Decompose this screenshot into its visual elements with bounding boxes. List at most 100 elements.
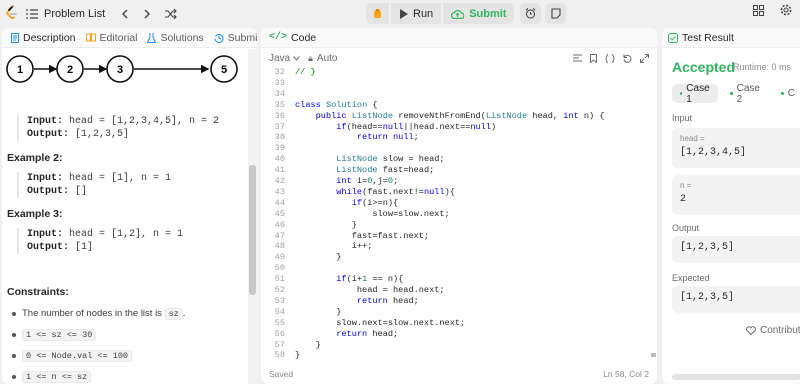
code-line[interactable]: 48 i++;	[261, 241, 649, 252]
format-align-icon[interactable]	[573, 54, 582, 62]
cloud-upload-icon	[451, 9, 465, 19]
code-line[interactable]: 34	[261, 89, 649, 100]
line-code: if(i>=n){	[351, 197, 399, 208]
line-number: 43	[274, 186, 285, 197]
case-tab[interactable]: Case 2	[722, 83, 768, 105]
tab-description-label: Description	[23, 31, 76, 44]
line-number: 41	[274, 165, 285, 176]
code-line[interactable]: 58}	[261, 350, 649, 361]
constraint-item: 1 <= sz <= 30	[10, 324, 185, 345]
code-line[interactable]: 36 public ListNode removeNthFromEnd(List…	[261, 111, 649, 122]
code-line[interactable]: 37 if(head==null||head.next==null)	[261, 122, 649, 133]
test-result-panel: Test Result Accepted Runtime: 0 ms Case …	[662, 28, 800, 384]
description-scrollbar[interactable]	[248, 49, 257, 384]
code-line[interactable]: 53 return head;	[261, 296, 649, 307]
code-line[interactable]: 40 ListNode slow = head;	[261, 154, 649, 165]
code-line[interactable]: 41 ListNode fast=head;	[261, 165, 649, 176]
timer-button[interactable]	[520, 3, 542, 24]
example-output: [1]	[75, 242, 94, 253]
play-icon	[400, 8, 408, 19]
notes-button[interactable]	[545, 3, 567, 24]
problem-list-button[interactable]: Problem List	[26, 8, 105, 20]
pass-dot-icon	[780, 92, 784, 95]
language-select[interactable]: Java	[269, 53, 301, 64]
braces-icon[interactable]	[605, 53, 615, 63]
code-line[interactable]: 45 slow=slow.next;	[261, 209, 649, 220]
line-number: 37	[274, 121, 285, 132]
code-line[interactable]: 50	[261, 263, 649, 274]
constraint-code: 1 <= sz <= 30	[22, 328, 97, 341]
output-label: Output:	[27, 242, 70, 253]
code-scrollbar[interactable]	[649, 67, 657, 357]
tab-solutions[interactable]: Solutions	[142, 32, 208, 44]
code-line[interactable]: 49 }	[261, 252, 649, 263]
expected-value: [1,2,3,5]	[680, 292, 735, 303]
code-line[interactable]: 39	[261, 143, 649, 154]
bug-icon	[374, 9, 381, 18]
diagram-node: 1	[6, 55, 34, 83]
node-label: 5	[221, 64, 227, 76]
result-status: Accepted	[672, 59, 736, 75]
run-button[interactable]: Run	[391, 3, 442, 24]
code-line[interactable]: 44 if(i>=n){	[261, 198, 649, 209]
code-line[interactable]: 42 int i=0,j=0;	[261, 176, 649, 187]
output-box: [1,2,3,5]	[672, 236, 800, 263]
line-number: 53	[274, 295, 285, 306]
input-section-label: Input	[672, 113, 693, 123]
case-label: Case 1	[686, 82, 710, 105]
chevron-right-icon[interactable]	[143, 9, 151, 19]
debug-button[interactable]	[366, 3, 389, 24]
tab-solutions-label: Solutions	[160, 31, 204, 44]
scrollbar-thumb[interactable]	[651, 353, 656, 357]
code-line[interactable]: 47 fast=fast.next;	[261, 231, 649, 242]
line-code: }	[295, 350, 301, 361]
reset-icon[interactable]	[623, 54, 632, 63]
code-line[interactable]: 35 class Solution {	[261, 100, 649, 111]
case-tab[interactable]: Case 1	[672, 82, 719, 105]
line-number: 49	[274, 252, 285, 263]
history-icon	[214, 33, 224, 43]
expand-icon[interactable]	[640, 53, 649, 63]
code-line[interactable]: 57 }	[261, 340, 649, 351]
code-line[interactable]: 52 head = head.next;	[261, 285, 649, 296]
code-line[interactable]: 55 slow.next=slow.next.next;	[261, 318, 649, 329]
chevron-left-icon[interactable]	[121, 9, 129, 19]
case-tab[interactable]: C	[773, 84, 800, 103]
code-line[interactable]: 56 return head;	[261, 329, 649, 340]
line-code: ListNode fast=head;	[336, 165, 435, 176]
input-n-box: n = 2	[672, 175, 800, 215]
node-label: 2	[67, 64, 73, 76]
settings-gear-icon[interactable]	[780, 4, 792, 16]
tab-description[interactable]: Description	[6, 32, 81, 44]
code-line[interactable]: 51 if(i+1 == n){	[261, 274, 649, 285]
code-line[interactable]: 46 }	[261, 220, 649, 231]
cursor-position: Ln 58, Col 2	[603, 369, 649, 379]
expected-box: [1,2,3,5]	[672, 286, 800, 313]
scrollbar-thumb[interactable]	[249, 165, 256, 295]
code-line[interactable]: 43 while(fast.next!=null){	[261, 187, 649, 198]
line-code: int i=0,j=0;	[336, 176, 399, 186]
tab-editorial[interactable]: Editorial	[81, 32, 143, 44]
code-line[interactable]: 33	[261, 78, 649, 89]
tab-submissions[interactable]: Submissions	[209, 32, 257, 44]
input-label: Input:	[27, 173, 64, 184]
case-tabs: Case 1 Case 2 C	[672, 82, 800, 105]
constraint-item: 0 <= Node.val <= 100	[10, 345, 185, 366]
case-label: C	[787, 88, 795, 99]
lock-icon: 🔒︎	[308, 52, 313, 63]
layout-grid-icon[interactable]	[753, 4, 764, 16]
submit-button[interactable]: Submit	[443, 3, 515, 24]
bookmark-icon[interactable]	[590, 53, 597, 63]
example-3-title: Example 3:	[7, 208, 63, 220]
problem-list-label: Problem List	[44, 7, 106, 20]
code-line[interactable]: 54 }	[261, 307, 649, 318]
code-line[interactable]: 32 // }	[261, 67, 649, 78]
contribute-button[interactable]: Contribute	[746, 325, 800, 336]
description-panel: Description Editorial Solutions Submissi…	[2, 28, 257, 384]
code-line[interactable]: 38 return null;	[261, 132, 649, 143]
leetcode-logo-icon[interactable]	[6, 5, 18, 21]
shuffle-icon[interactable]	[165, 8, 177, 19]
submit-label: Submit	[469, 7, 507, 20]
line-code: }	[295, 306, 342, 317]
horizontal-scrollbar[interactable]	[672, 374, 800, 380]
